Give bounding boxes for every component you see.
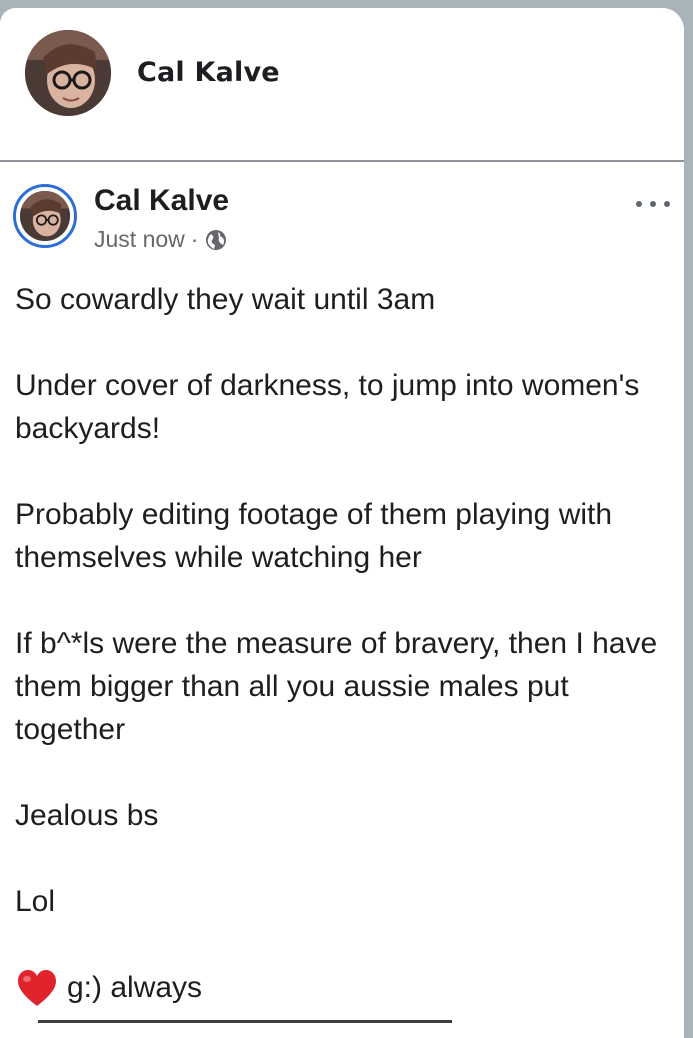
more-options-icon[interactable]	[636, 194, 670, 214]
avatar[interactable]	[25, 30, 111, 116]
post-avatar[interactable]	[13, 184, 77, 248]
divider	[0, 160, 684, 162]
profile-name[interactable]: Cal Kalve	[137, 57, 280, 88]
post-paragraph: Jealous bs	[15, 799, 159, 832]
post-avatar-image	[20, 191, 70, 241]
more-dot	[664, 201, 670, 207]
post-paragraph: Lol	[15, 885, 56, 918]
post-paragraph: Under cover of darkness, to jump into wo…	[15, 369, 640, 445]
post-body: So cowardly they wait until 3am Under co…	[15, 278, 665, 1009]
post-paragraph: Probably editing footage of them playing…	[15, 498, 613, 574]
more-dot	[636, 201, 642, 207]
post-last-line: g:) always	[15, 966, 665, 1009]
post-paragraph: So cowardly they wait until 3am	[15, 283, 436, 316]
timestamp[interactable]: Just now	[94, 226, 185, 253]
post-paragraph: If b^*ls were the measure of bravery, th…	[15, 627, 658, 746]
globe-icon[interactable]	[204, 228, 228, 252]
post-meta: Just now ·	[94, 226, 228, 253]
post-author-name[interactable]: Cal Kalve	[94, 184, 229, 218]
meta-separator: ·	[190, 226, 199, 252]
last-line-text: g:) always	[67, 971, 203, 1004]
post-card: Cal Kalve Cal Kalve Just now · So coward…	[0, 8, 684, 1038]
profile-header: Cal Kalve	[0, 8, 684, 160]
red-heart-icon	[15, 968, 59, 1008]
avatar-image	[25, 30, 111, 116]
more-dot	[650, 201, 656, 207]
